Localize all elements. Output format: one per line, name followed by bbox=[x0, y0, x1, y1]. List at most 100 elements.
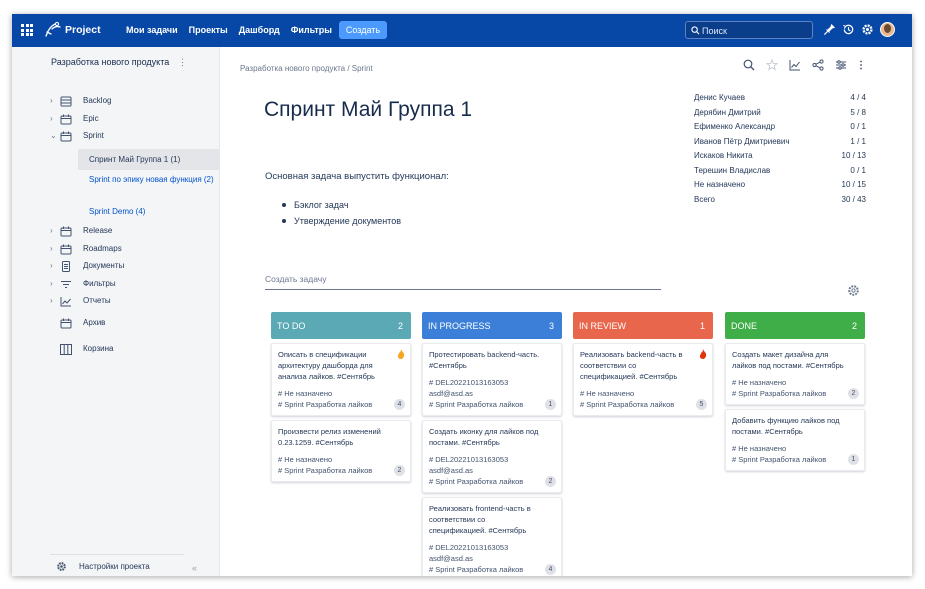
task-assignee-email: asdf@asd.as bbox=[429, 389, 473, 398]
project-logo-icon[interactable] bbox=[43, 20, 63, 40]
calendar-icon bbox=[60, 244, 72, 255]
sidebar-item-label: Отчеты bbox=[83, 296, 111, 305]
board-column-done: DONE 2 Создать макет дизайна для лайков … bbox=[725, 312, 865, 471]
stat-name: Терешин Владислав bbox=[694, 165, 771, 175]
stat-row[interactable]: Иванов Пётр Дмитриевич 1 / 1 bbox=[694, 135, 866, 150]
stat-row[interactable]: Денис Кучаев 4 / 4 bbox=[694, 91, 866, 106]
filter-settings-icon[interactable] bbox=[835, 59, 847, 71]
top-icons bbox=[823, 22, 895, 37]
more-options-icon[interactable]: ⋮ bbox=[178, 57, 187, 68]
board-column-in-progress: IN PROGRESS 3 Протестировать backend-час… bbox=[422, 312, 562, 576]
chart-icon[interactable] bbox=[789, 59, 801, 71]
task-card[interactable]: Создать иконку для лайков под постами. #… bbox=[422, 420, 562, 493]
stat-row[interactable]: Терешин Владислав 0 / 1 bbox=[694, 164, 866, 179]
star-icon[interactable] bbox=[766, 59, 778, 71]
chevron-right-icon[interactable]: › bbox=[50, 279, 58, 288]
create-button[interactable]: Создать bbox=[339, 21, 387, 39]
task-card[interactable]: Реализовать backend-часть в соответствии… bbox=[573, 343, 713, 416]
sidebar-sprint-item[interactable]: Sprint Demo (4) bbox=[78, 206, 220, 220]
board-settings-gear-icon[interactable] bbox=[847, 284, 860, 297]
chevron-down-icon[interactable]: ⌄ bbox=[50, 131, 58, 140]
more-vertical-icon[interactable] bbox=[858, 59, 864, 71]
project-settings-link[interactable]: Настройки проекта bbox=[56, 561, 150, 572]
task-card[interactable]: Описать в спецификации архитектуру дашбо… bbox=[271, 343, 411, 416]
backlog-icon bbox=[60, 96, 72, 107]
search-input[interactable] bbox=[702, 24, 807, 37]
stat-row[interactable]: Всего 30 / 43 bbox=[694, 193, 866, 208]
task-id: # DEL20221013163053 bbox=[429, 543, 509, 552]
column-count: 2 bbox=[397, 320, 403, 331]
task-title: Протестировать backend-часть. #Сентябрь bbox=[429, 350, 540, 370]
sidebar-item-label: Документы bbox=[83, 261, 125, 270]
task-assignee: # Не назначено bbox=[278, 455, 333, 464]
assignee-stats: Денис Кучаев 4 / 4 Дерябин Дмитрий 5 / 8 Е… bbox=[694, 91, 866, 207]
share-icon[interactable] bbox=[812, 59, 824, 71]
task-card[interactable]: Протестировать backend-часть. #Сентябрь … bbox=[422, 343, 562, 416]
stat-name: Не назначено bbox=[694, 180, 746, 189]
stat-value: 10 / 13 bbox=[841, 151, 866, 160]
chevron-right-icon[interactable]: › bbox=[50, 96, 58, 105]
stat-name: Денис Кучаев bbox=[694, 93, 745, 102]
stat-value: 10 / 15 bbox=[841, 180, 866, 189]
stat-row[interactable]: Ефименко Александр 0 / 1 bbox=[694, 120, 866, 135]
task-sprint: # Sprint Разработка лайков bbox=[429, 400, 524, 409]
task-card[interactable]: Произвести релиз изменений 0.23.1259. #С… bbox=[271, 420, 411, 482]
stat-row[interactable]: Искаков Никита 10 / 13 bbox=[694, 149, 866, 164]
calendar-icon bbox=[60, 114, 72, 125]
nav-my-tasks[interactable]: Мои задачи bbox=[126, 25, 178, 35]
chevron-right-icon[interactable]: › bbox=[50, 226, 58, 235]
chevron-right-icon[interactable]: › bbox=[50, 114, 58, 123]
sidebar-sprint-item[interactable]: Спринт Май Группа 1 (1) bbox=[78, 149, 220, 170]
task-count-badge: 5 bbox=[696, 399, 707, 410]
main-nav: Мои задачи Проекты Дашборд Фильтры bbox=[126, 25, 332, 35]
sidebar-item-label: Epic bbox=[83, 114, 99, 123]
task-assignee: # Не назначено bbox=[732, 444, 787, 453]
chevron-right-icon[interactable]: › bbox=[50, 261, 58, 270]
calendar-icon bbox=[60, 131, 72, 142]
nav-dashboard[interactable]: Дашборд bbox=[239, 25, 280, 35]
task-id: # DEL20221013163053 bbox=[429, 455, 509, 464]
chevron-right-icon[interactable]: › bbox=[50, 244, 58, 253]
project-settings-label: Настройки проекта bbox=[79, 562, 150, 571]
task-card[interactable]: Добавить функцию лайков под постами. #Се… bbox=[725, 409, 865, 471]
task-card[interactable]: Создать макет дизайна для лайков под пос… bbox=[725, 343, 865, 405]
notifications-icon[interactable] bbox=[823, 23, 836, 36]
column-header[interactable]: IN PROGRESS 3 bbox=[422, 312, 562, 339]
task-sprint: # Sprint Разработка лайков bbox=[732, 389, 827, 398]
sidebar-project-title[interactable]: Разработка нового продукта bbox=[51, 57, 169, 67]
task-assignee: # Не назначено bbox=[278, 389, 333, 398]
sidebar-sprint-item[interactable]: Sprint по эпику новая функция (2) bbox=[78, 172, 220, 200]
sidebar-item-label: Корзина bbox=[83, 344, 114, 353]
app-switcher-icon[interactable] bbox=[21, 24, 33, 36]
stat-name: Дерябин Дмитрий bbox=[694, 107, 761, 117]
breadcrumb[interactable]: Разработка нового продукта / Sprint bbox=[240, 64, 373, 73]
task-sprint: # Sprint Разработка лайков bbox=[278, 466, 373, 475]
column-header[interactable]: DONE 2 bbox=[725, 312, 865, 339]
task-title: Реализовать frontend-часть в соответстви… bbox=[429, 504, 531, 535]
nav-filters[interactable]: Фильтры bbox=[291, 25, 332, 35]
chevron-right-icon[interactable]: › bbox=[50, 296, 58, 305]
column-header[interactable]: IN REVIEW 1 bbox=[573, 312, 713, 339]
collapse-sidebar-icon[interactable]: « bbox=[192, 563, 197, 573]
task-sprint: # Sprint Разработка лайков bbox=[429, 565, 524, 574]
stat-value: 0 / 1 bbox=[850, 122, 866, 131]
history-icon[interactable] bbox=[842, 23, 855, 36]
user-avatar[interactable] bbox=[880, 22, 895, 37]
stat-row[interactable]: Не назначено 10 / 15 bbox=[694, 178, 866, 193]
settings-gear-icon[interactable] bbox=[861, 23, 874, 36]
board-column-in-review: IN REVIEW 1 Реализовать backend-часть в … bbox=[573, 312, 713, 416]
task-title: Произвести релиз изменений 0.23.1259. #С… bbox=[278, 427, 381, 447]
create-task-input[interactable] bbox=[265, 274, 661, 284]
task-card[interactable]: Реализовать frontend-часть в соответстви… bbox=[422, 497, 562, 576]
stat-row[interactable]: Дерябин Дмитрий 5 / 8 bbox=[694, 106, 866, 121]
column-header[interactable]: TO DO 2 bbox=[271, 312, 411, 339]
sidebar-item-label: Backlog bbox=[83, 96, 112, 105]
filter-icon bbox=[61, 281, 71, 288]
nav-projects[interactable]: Проекты bbox=[189, 25, 228, 35]
brand-name[interactable]: Project bbox=[65, 24, 101, 36]
app-window: Project Мои задачи Проекты Дашборд Фильт… bbox=[12, 14, 912, 576]
board-column-todo: TO DO 2 Описать в спецификации архитекту… bbox=[271, 312, 411, 482]
task-count-badge: 4 bbox=[394, 399, 405, 410]
task-title: Реализовать backend-часть в соответствии… bbox=[580, 350, 683, 381]
search-icon[interactable] bbox=[743, 59, 755, 71]
